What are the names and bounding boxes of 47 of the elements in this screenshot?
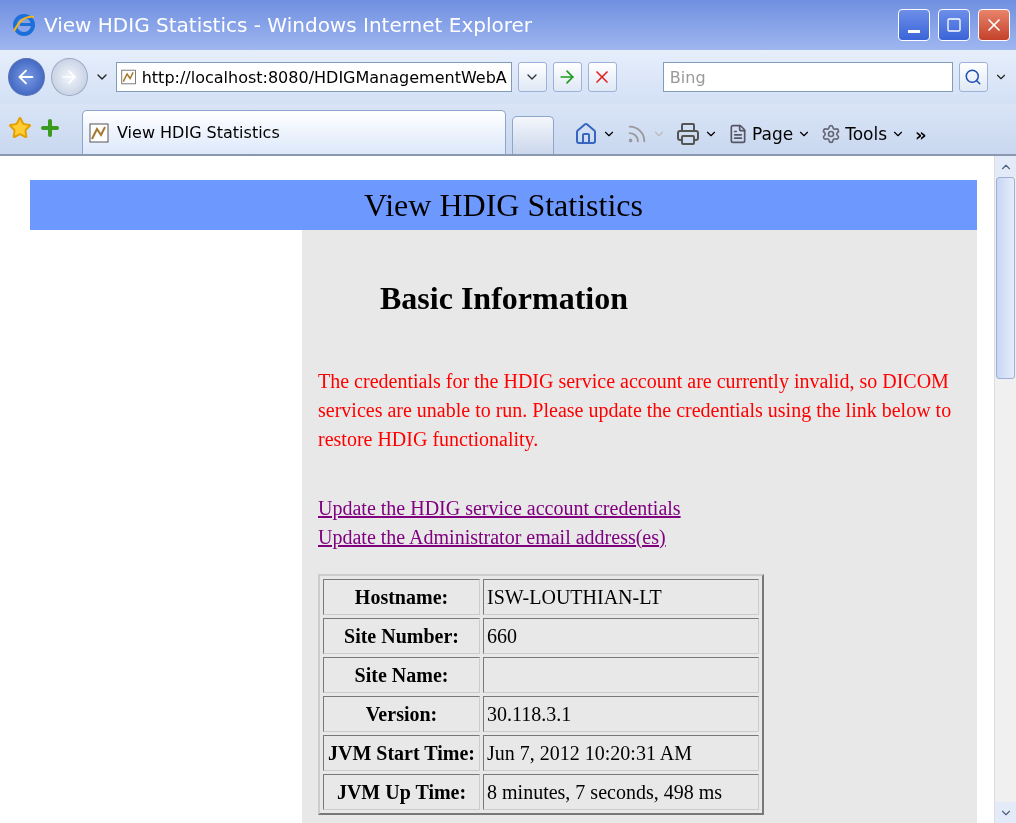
row-value: ISW-LOUTHIAN-LT <box>483 579 759 615</box>
search-button[interactable] <box>958 62 988 92</box>
stop-button[interactable] <box>587 62 617 92</box>
home-icon <box>574 122 598 146</box>
vertical-scrollbar[interactable] <box>994 156 1016 823</box>
row-label: JVM Up Time: <box>323 774 480 810</box>
gear-icon <box>821 124 842 144</box>
address-dropdown[interactable] <box>517 62 547 92</box>
search-icon <box>964 68 983 86</box>
credentials-link[interactable]: Update the HDIG service account credentials <box>318 494 681 523</box>
row-label: Site Name: <box>323 657 480 693</box>
favorites-star-icon[interactable] <box>8 116 32 140</box>
command-menu[interactable]: Page <box>728 124 812 144</box>
warning-message: The credentials for the HDIG service account are currently invalid, so DICOM services are unable to run. Please update the credentials using the link below to restore HDIG functionality. <box>318 369 953 453</box>
row-label: JVM Start Time: <box>323 735 480 771</box>
page-banner: View HDIG Statistics <box>30 180 977 230</box>
print-button[interactable] <box>676 122 718 146</box>
row-value: 660 <box>483 618 759 654</box>
section-heading: Basic Information <box>380 280 629 317</box>
go-button[interactable] <box>552 62 582 92</box>
home-button[interactable] <box>574 122 616 146</box>
search-field[interactable]: Bing <box>662 62 953 92</box>
add-favorite-icon[interactable] <box>38 116 62 140</box>
browser-logo-icon <box>12 13 36 37</box>
credentials-link[interactable]: Update the Administrator email address(es) <box>318 523 666 552</box>
browser-tab[interactable]: View HDIG Statistics <box>82 110 506 154</box>
command-menu[interactable]: Tools <box>821 124 906 144</box>
row-label: Hostname: <box>323 579 480 615</box>
row-value: 8 minutes, 7 seconds, 498 ms <box>483 774 759 810</box>
printer-icon <box>676 122 700 146</box>
row-label: Site Number: <box>323 618 480 654</box>
maximize-icon <box>946 17 962 33</box>
row-label: Version: <box>323 696 480 732</box>
page-icon <box>728 124 748 144</box>
page-icon <box>120 67 136 87</box>
page-icon <box>89 122 109 143</box>
address-field[interactable]: http://localhost:8080/HDIGManagementWebA <box>115 62 512 92</box>
minimize-button[interactable] <box>898 9 930 41</box>
maximize-button[interactable] <box>938 9 970 41</box>
feed-icon <box>626 123 648 145</box>
minimize-icon <box>908 29 920 33</box>
back-button[interactable] <box>8 58 45 96</box>
close-button[interactable] <box>978 9 1010 41</box>
overflow-chevron[interactable]: » <box>915 124 927 145</box>
row-value: 30.118.3.1 <box>483 696 759 732</box>
window-title: View HDIG Statistics - Windows Internet Explorer <box>44 13 534 37</box>
row-value: Jun 7, 2012 10:20:31 AM <box>483 735 759 771</box>
